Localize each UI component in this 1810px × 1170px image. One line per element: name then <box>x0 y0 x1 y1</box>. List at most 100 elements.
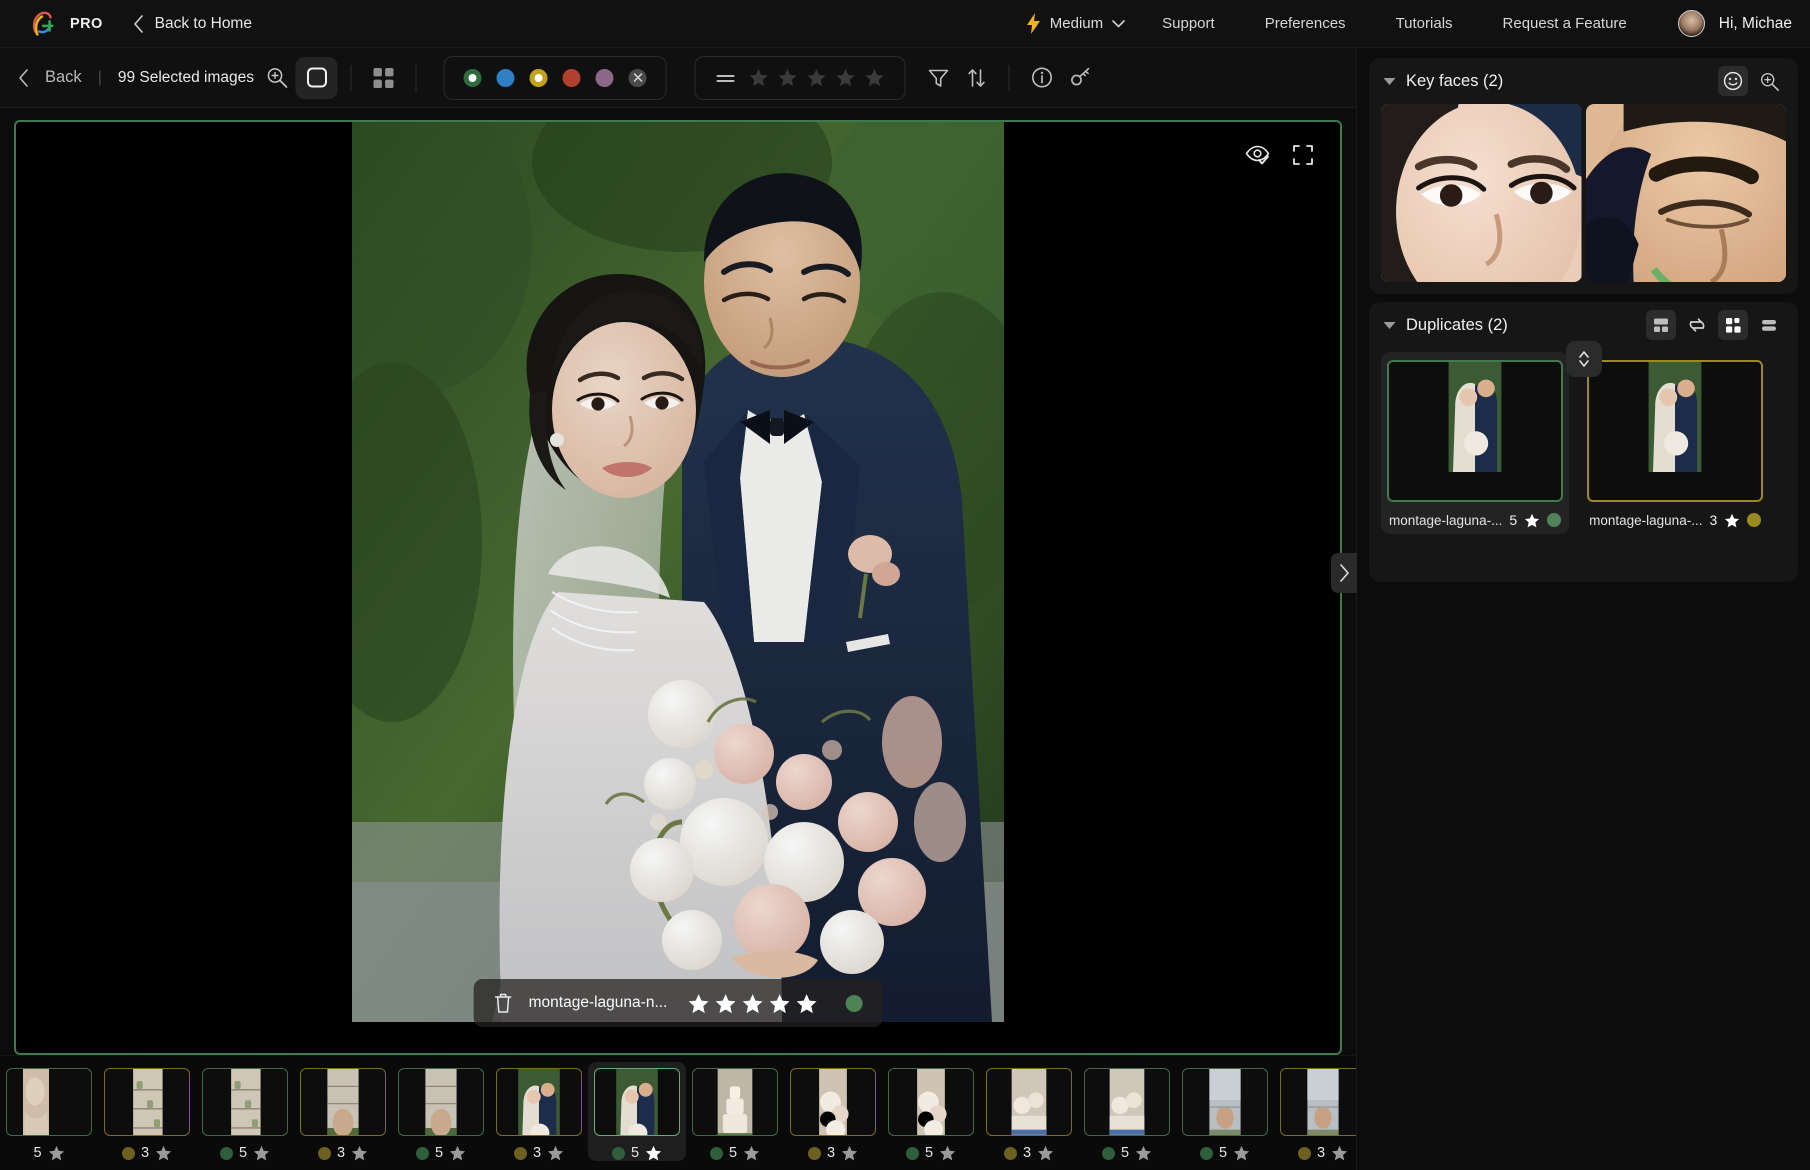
filmstrip-thumbnail[interactable] <box>594 1068 680 1136</box>
filmstrip-color-dot[interactable] <box>514 1147 527 1160</box>
filmstrip-item[interactable]: 5 <box>882 1062 980 1161</box>
filmstrip-color-dot[interactable] <box>220 1147 233 1160</box>
duplicate-color-dot[interactable] <box>1547 513 1561 527</box>
filmstrip-color-dot[interactable] <box>416 1147 429 1160</box>
image-rating-stars[interactable] <box>687 993 817 1014</box>
main-image-viewer[interactable]: montage-laguna-n... <box>14 120 1342 1055</box>
performance-mode-dropdown[interactable]: Medium <box>1014 13 1137 34</box>
filmstrip-item[interactable]: 3 <box>98 1062 196 1161</box>
star-icon[interactable] <box>1135 1145 1152 1161</box>
filmstrip-thumbnail[interactable] <box>888 1068 974 1136</box>
color-label-blue[interactable] <box>497 69 515 87</box>
star-icon[interactable] <box>155 1145 172 1161</box>
filmstrip-thumbnail[interactable] <box>1280 1068 1356 1136</box>
filmstrip-item[interactable]: 3 <box>294 1062 392 1161</box>
star-icon[interactable] <box>351 1145 368 1161</box>
caret-down-icon[interactable] <box>1383 321 1396 330</box>
filmstrip-thumbnail[interactable] <box>986 1068 1072 1136</box>
filmstrip-color-dot[interactable] <box>1004 1147 1017 1160</box>
collapse-sidebar-button[interactable] <box>1331 553 1357 593</box>
fullscreen-button[interactable] <box>1292 144 1314 166</box>
star-icon[interactable] <box>645 1145 662 1161</box>
grid-view-button[interactable] <box>1718 310 1748 340</box>
star-icon[interactable] <box>1724 513 1740 528</box>
filmstrip-thumbnail[interactable] <box>202 1068 288 1136</box>
rating-star-5[interactable] <box>865 68 885 87</box>
face-detect-button[interactable] <box>1718 66 1748 96</box>
duplicate-thumbnail[interactable] <box>1587 360 1763 502</box>
star-icon[interactable] <box>547 1145 564 1161</box>
filmstrip-thumbnail[interactable] <box>398 1068 484 1136</box>
rating-star-filled-2[interactable] <box>714 993 736 1014</box>
filmstrip-item[interactable]: 5 <box>1078 1062 1176 1161</box>
key-face-groom[interactable] <box>1586 104 1787 282</box>
filmstrip[interactable]: 53535355353553 <box>0 1055 1356 1170</box>
color-label-red[interactable] <box>563 69 581 87</box>
star-icon[interactable] <box>1524 513 1540 528</box>
image-color-label-dot[interactable] <box>845 995 862 1012</box>
color-label-yellow[interactable] <box>530 69 548 87</box>
single-image-view-button[interactable] <box>296 57 338 99</box>
filmstrip-item[interactable]: 5 <box>196 1062 294 1161</box>
filmstrip-item[interactable]: 3 <box>1274 1062 1356 1161</box>
star-icon[interactable] <box>939 1145 956 1161</box>
rating-star-filled-3[interactable] <box>741 993 763 1014</box>
filmstrip-color-dot[interactable] <box>906 1147 919 1160</box>
nav-tutorials[interactable]: Tutorials <box>1371 15 1478 32</box>
filmstrip-thumbnail[interactable] <box>6 1068 92 1136</box>
filmstrip-color-dot[interactable] <box>808 1147 821 1160</box>
rating-star-4[interactable] <box>836 68 856 87</box>
rating-star-2[interactable] <box>778 68 798 87</box>
filmstrip-item[interactable]: 5 <box>392 1062 490 1161</box>
star-icon[interactable] <box>253 1145 270 1161</box>
filmstrip-color-dot[interactable] <box>318 1147 331 1160</box>
color-label-purple[interactable] <box>596 69 614 87</box>
filmstrip-thumbnail[interactable] <box>1084 1068 1170 1136</box>
grid-view-button[interactable] <box>365 59 403 97</box>
brand-block[interactable]: PRO <box>28 9 103 39</box>
rating-star-3[interactable] <box>807 68 827 87</box>
duplicate-item[interactable]: montage-laguna-...5 <box>1381 352 1569 534</box>
filmstrip-thumbnail[interactable] <box>104 1068 190 1136</box>
filmstrip-item[interactable]: 3 <box>784 1062 882 1161</box>
star-icon[interactable] <box>1233 1145 1250 1161</box>
equals-icon[interactable] <box>716 71 736 85</box>
filmstrip-color-dot[interactable] <box>1102 1147 1115 1160</box>
star-icon[interactable] <box>743 1145 760 1161</box>
filmstrip-item[interactable]: 5 <box>686 1062 784 1161</box>
faces-zoom-button[interactable] <box>1754 66 1784 96</box>
filmstrip-thumbnail[interactable] <box>1182 1068 1268 1136</box>
star-icon[interactable] <box>48 1145 65 1161</box>
duplicate-thumbnail[interactable] <box>1387 360 1563 502</box>
color-label-green[interactable] <box>464 69 482 87</box>
filmstrip-color-dot[interactable] <box>1298 1147 1311 1160</box>
zoom-in-button[interactable] <box>258 59 296 97</box>
filmstrip-color-dot[interactable] <box>612 1147 625 1160</box>
compare-view-button[interactable] <box>1646 310 1676 340</box>
filmstrip-thumbnail[interactable] <box>300 1068 386 1136</box>
panel-resize-handle[interactable] <box>1566 341 1602 377</box>
filmstrip-item[interactable]: 5 <box>588 1062 686 1161</box>
nav-preferences[interactable]: Preferences <box>1240 15 1371 32</box>
filter-button[interactable] <box>920 59 958 97</box>
duplicate-item[interactable]: montage-laguna-...3 <box>1581 352 1769 534</box>
rating-star-filled-4[interactable] <box>768 993 790 1014</box>
loop-swap-button[interactable] <box>1682 310 1712 340</box>
rating-star-filled-1[interactable] <box>687 993 709 1014</box>
preview-toggle-button[interactable] <box>1245 144 1270 166</box>
duplicate-color-dot[interactable] <box>1747 513 1761 527</box>
filmstrip-thumbnail[interactable] <box>692 1068 778 1136</box>
filmstrip-item[interactable]: 5 <box>1176 1062 1274 1161</box>
filmstrip-thumbnail[interactable] <box>790 1068 876 1136</box>
filmstrip-item[interactable]: 3 <box>490 1062 588 1161</box>
toolbar-back-label[interactable]: Back <box>45 68 82 87</box>
caret-down-icon[interactable] <box>1383 77 1396 86</box>
key-face-bride[interactable] <box>1381 104 1582 282</box>
back-to-home-button[interactable]: Back to Home <box>133 15 252 33</box>
star-icon[interactable] <box>1037 1145 1054 1161</box>
user-menu[interactable]: Hi, Michae <box>1652 10 1792 37</box>
filmstrip-thumbnail[interactable] <box>496 1068 582 1136</box>
rating-star-filled-5[interactable] <box>795 993 817 1014</box>
star-icon[interactable] <box>1331 1145 1348 1161</box>
list-view-button[interactable] <box>1754 310 1784 340</box>
